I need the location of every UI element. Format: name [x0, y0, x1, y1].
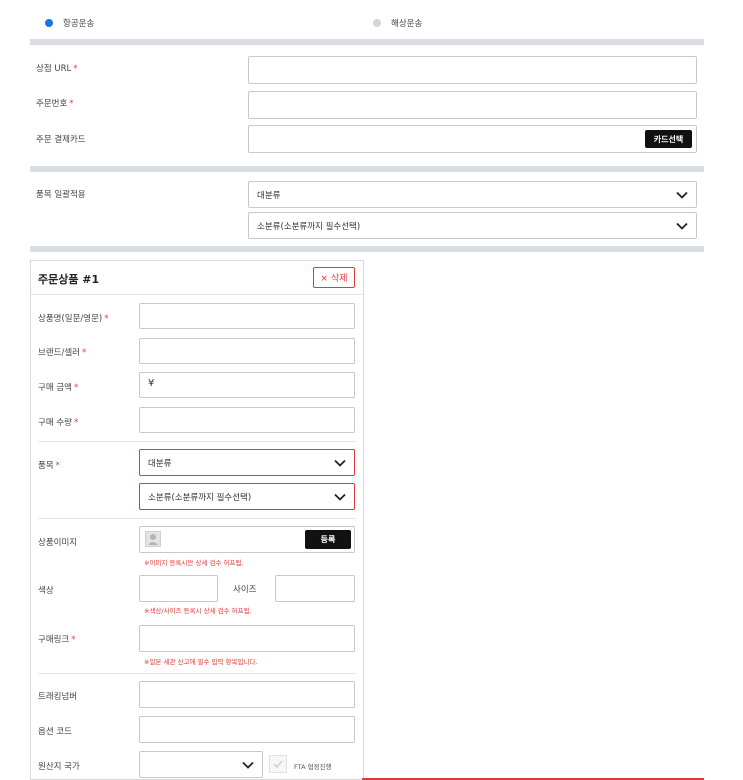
fta-checkbox[interactable]: [269, 755, 287, 773]
chevron-down-icon: [676, 191, 688, 199]
delete-item-button[interactable]: × 삭제: [313, 267, 355, 288]
quantity-label: 구매 수량 *: [38, 418, 79, 428]
radio-air-label: 항공운송: [63, 19, 95, 29]
divider: [31, 294, 363, 295]
batch-major-category-select[interactable]: 대분류: [248, 181, 697, 208]
image-register-button[interactable]: 등록: [305, 530, 351, 549]
section-divider: [30, 246, 704, 252]
price-label: 구매 금액 *: [38, 383, 79, 393]
image-placeholder-icon: [145, 531, 161, 547]
chevron-down-icon: [334, 459, 346, 467]
section-divider: [30, 166, 704, 172]
option-code-input[interactable]: [139, 716, 355, 743]
quantity-input[interactable]: [139, 407, 355, 433]
purchase-link-hint: ※일본 세관 신고에 필수 입력 항목입니다.: [144, 658, 258, 666]
brand-input[interactable]: [139, 338, 355, 364]
store-url-input[interactable]: [248, 56, 697, 84]
divider: [38, 441, 356, 442]
radio-selected-icon: [45, 19, 53, 27]
payment-card-label: 주문 결제카드: [36, 135, 86, 145]
option-code-label: 옵션 코드: [38, 727, 72, 737]
tracking-number-input[interactable]: [139, 681, 355, 708]
origin-country-label: 원산지 국가: [38, 762, 80, 772]
checkmark-icon: [273, 760, 283, 768]
color-label: 색상: [38, 586, 54, 596]
chevron-down-icon: [676, 222, 688, 230]
batch-minor-category-value: 소분류(소분류까지 필수선택): [257, 221, 361, 232]
minor-category-select[interactable]: 소분류(소분류까지 필수선택): [139, 483, 355, 510]
purchase-link-label: 구매링크 *: [38, 635, 76, 645]
size-label: 사이즈: [233, 585, 257, 595]
brand-label: 브랜드/셀러 *: [38, 348, 87, 358]
chevron-down-icon: [334, 493, 346, 501]
order-number-input[interactable]: [248, 91, 697, 119]
product-image-label: 상품이미지: [38, 538, 78, 548]
fta-label: FTA 협정진행: [294, 763, 332, 771]
radio-air-shipping[interactable]: 항공운송: [45, 17, 94, 29]
radio-sea-shipping[interactable]: 해상운송: [373, 17, 422, 29]
radio-unselected-icon: [373, 19, 381, 27]
product-image-field: 등록: [139, 526, 355, 553]
image-hint: ※이미지 등록시만 상세 검수 허프됨.: [144, 559, 244, 567]
chevron-down-icon: [242, 761, 254, 769]
category-batch-label: 품목 일괄적용: [36, 190, 86, 200]
batch-major-category-value: 대분류: [257, 190, 281, 201]
major-category-select[interactable]: 대분류: [139, 449, 355, 476]
store-url-label: 상점 URL *: [36, 64, 78, 74]
card-select-button[interactable]: 카드선택: [645, 130, 692, 148]
color-input[interactable]: [139, 575, 218, 602]
batch-minor-category-select[interactable]: 소분류(소분류까지 필수선택): [248, 212, 697, 239]
order-number-label: 주문번호 *: [36, 99, 74, 109]
minor-category-value: 소분류(소분류까지 필수선택): [148, 492, 252, 503]
section-divider: [30, 39, 704, 45]
purchase-link-input[interactable]: [139, 625, 355, 652]
color-size-hint: ※색상/사이즈 등록시 상세 검수 허프됨.: [144, 607, 252, 615]
product-name-input[interactable]: [139, 303, 355, 329]
yen-prefix: ¥: [148, 378, 155, 389]
category-label: 품목 *: [38, 461, 60, 471]
size-input[interactable]: [275, 575, 355, 602]
major-category-value: 대분류: [148, 458, 172, 469]
radio-sea-label: 해상운송: [391, 19, 423, 29]
order-item-title: 주문상품 #1: [38, 273, 100, 286]
divider: [38, 518, 356, 519]
tracking-number-label: 트래킹넘버: [38, 692, 78, 702]
origin-country-select[interactable]: [139, 751, 263, 778]
divider: [38, 673, 356, 674]
payment-card-input[interactable]: 카드선택: [248, 125, 697, 153]
price-input[interactable]: ¥: [139, 372, 355, 398]
product-name-label: 상품명(일문/영문) *: [38, 314, 109, 324]
